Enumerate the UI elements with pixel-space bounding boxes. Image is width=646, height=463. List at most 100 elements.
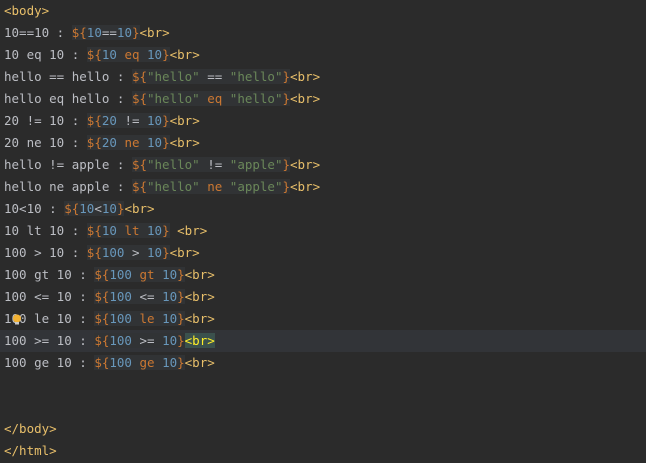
code-line[interactable]: 100 ge 10 : ${100 ge 10}<br> [0,352,646,374]
code-token: ${ [94,333,110,348]
code-token: 10 [147,113,163,128]
code-token: 100 [109,355,132,370]
code-token: "hello" [229,69,283,84]
code-token: ${ [86,223,102,238]
code-token: 10 [162,355,178,370]
code-token: 10 lt 10 : [4,223,87,238]
code-token: <br> [184,267,215,282]
code-token: hello == hello : [4,69,132,84]
code-token: "hello" [147,157,200,172]
code-line[interactable]: </body> [0,418,646,440]
code-token: 100 [109,289,132,304]
code-token: == [101,25,117,40]
code-token: 20 [101,113,117,128]
code-token: eq [116,47,148,62]
code-token: ${ [86,245,102,260]
code-token: <br> [169,135,200,150]
code-line[interactable]: hello == hello : ${"hello" == "hello"}<b… [0,66,646,88]
code-token: } [162,135,170,150]
code-token: ${ [94,289,110,304]
code-token: "apple" [229,157,283,172]
code-line[interactable]: </html> [0,440,646,462]
code-token: ${ [64,201,80,216]
code-token: <br> [290,157,321,172]
code-token: } [177,267,185,282]
code-token: </body> [4,421,57,436]
code-token: } [162,47,170,62]
code-token: hello eq hello : [4,91,132,106]
code-token: <br> [290,179,321,194]
code-token: 20 [101,135,117,150]
code-token: 20 ne 10 : [4,135,87,150]
code-token: 100 >= 10 : [4,333,95,348]
code-line[interactable]: 100 > 10 : ${100 > 10}<br> [0,242,646,264]
code-line[interactable]: hello eq hello : ${"hello" eq "hello"}<b… [0,88,646,110]
code-token: "hello" [147,69,200,84]
code-token: ${ [94,267,110,282]
code-token: ${ [94,311,110,326]
code-token: 100 [109,311,132,326]
code-line[interactable] [0,396,646,418]
code-line[interactable]: 100 gt 10 : ${100 gt 10}<br> [0,264,646,286]
code-token: 10<10 : [4,201,65,216]
code-token: <br> [169,245,200,260]
code-token: <br> [184,355,215,370]
code-token: <br> [169,47,200,62]
code-token: <br> [184,289,215,304]
code-token: } [162,245,170,260]
code-token: >= [131,333,163,348]
code-token: } [282,179,291,194]
code-line[interactable]: <body> [0,0,646,22]
code-token: 100 > 10 : [4,245,87,260]
code-token: 10 [86,25,102,40]
code-token: } [282,91,291,106]
code-token: } [162,223,170,238]
code-line[interactable]: 20 != 10 : ${20 != 10}<br> [0,110,646,132]
code-token: } [131,25,140,40]
code-token: 10 eq 10 : [4,47,87,62]
code-token: } [177,289,185,304]
code-token: } [282,157,291,172]
code-token: 10 [116,25,132,40]
code-token: ${ [86,135,102,150]
code-line[interactable]: hello != apple : ${"hello" != "apple"}<b… [0,154,646,176]
code-token: </html> [4,443,57,458]
code-token: 10==10 : [4,25,72,40]
code-line[interactable]: 10 lt 10 : ${10 lt 10} <br> [0,220,646,242]
code-token: 100 gt 10 : [4,267,95,282]
code-line[interactable]: 10<10 : ${10<10}<br> [0,198,646,220]
code-line[interactable]: 100 >= 10 : ${100 >= 10}<br> [0,330,646,352]
code-line[interactable]: 20 ne 10 : ${20 ne 10}<br> [0,132,646,154]
code-token: ne [199,179,230,194]
code-token: eq [199,91,230,106]
code-token: <body> [4,3,50,18]
code-token: 100 <= 10 : [4,289,95,304]
code-token: <br> [184,311,215,326]
code-line[interactable]: 10==10 : ${10==10}<br> [0,22,646,44]
code-token: "hello" [147,179,200,194]
code-token: 10 [162,311,178,326]
code-token: < [94,201,102,216]
code-token: } [177,355,185,370]
code-line[interactable]: 100 <= 10 : ${100 <= 10}<br> [0,286,646,308]
code-token: 10 [101,47,117,62]
code-token: ${ [131,157,147,172]
code-editor[interactable]: <body> 10==10 : ${10==10}<br> 10 eq 10 : $… [0,0,646,463]
code-token: 10 [147,47,163,62]
lightbulb-icon[interactable] [12,314,22,326]
code-token: <br> [139,25,170,40]
code-token: 20 != 10 : [4,113,87,128]
code-token: != [199,157,230,172]
code-token: 10 [147,223,163,238]
code-line[interactable] [0,374,646,396]
code-token: } [162,113,170,128]
code-token: 100 ge 10 : [4,355,95,370]
code-token: 10 [101,223,117,238]
code-line[interactable]: 100 le 10 : ${100 le 10}<br> [0,308,646,330]
code-token: <br> [290,91,321,106]
code-token: <br> [290,69,321,84]
code-token: "apple" [229,179,283,194]
code-token: <br> [169,113,200,128]
code-line[interactable]: 10 eq 10 : ${10 eq 10}<br> [0,44,646,66]
code-line[interactable]: hello ne apple : ${"hello" ne "apple"}<b… [0,176,646,198]
